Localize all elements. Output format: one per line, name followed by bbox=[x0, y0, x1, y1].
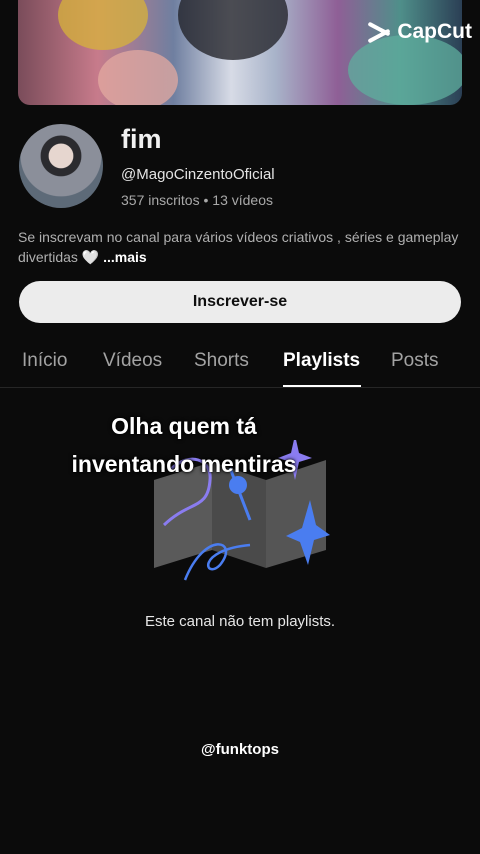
channel-stats: 357 inscritos • 13 vídeos bbox=[121, 192, 273, 208]
channel-banner bbox=[18, 0, 462, 105]
tab-inicio[interactable]: Início bbox=[22, 350, 67, 372]
description-text: Se inscrevam no canal para vários vídeos… bbox=[18, 229, 459, 265]
channel-avatar[interactable] bbox=[19, 124, 103, 208]
subscribe-button[interactable]: Inscrever-se bbox=[19, 281, 461, 323]
channel-tabs: Início Vídeos Shorts Playlists Posts bbox=[0, 340, 480, 388]
tab-posts[interactable]: Posts bbox=[391, 350, 439, 372]
overlay-caption-line1: Olha quem tá bbox=[111, 413, 257, 439]
stats-separator: • bbox=[203, 192, 209, 208]
capcut-label: CapCut bbox=[397, 20, 472, 43]
tab-playlists[interactable]: Playlists bbox=[283, 350, 360, 372]
creator-credit: @funktops bbox=[201, 741, 279, 758]
active-tab-indicator bbox=[283, 385, 361, 387]
channel-name: fim bbox=[121, 124, 162, 154]
empty-state-message: Este canal não tem playlists. bbox=[144, 613, 336, 630]
more-link[interactable]: ...mais bbox=[103, 249, 147, 265]
channel-description[interactable]: Se inscrevam no canal para vários vídeos… bbox=[18, 227, 463, 267]
channel-handle: @MagoCinzentoOficial bbox=[121, 166, 275, 183]
subscriber-count: 357 inscritos bbox=[121, 192, 200, 208]
capcut-watermark: CapCut bbox=[367, 20, 472, 44]
video-count: 13 vídeos bbox=[212, 192, 273, 208]
tab-videos[interactable]: Vídeos bbox=[103, 350, 162, 372]
tab-shorts[interactable]: Shorts bbox=[194, 350, 249, 372]
capcut-logo-icon bbox=[367, 22, 391, 42]
overlay-caption-line2: inventando mentiras bbox=[71, 451, 297, 477]
